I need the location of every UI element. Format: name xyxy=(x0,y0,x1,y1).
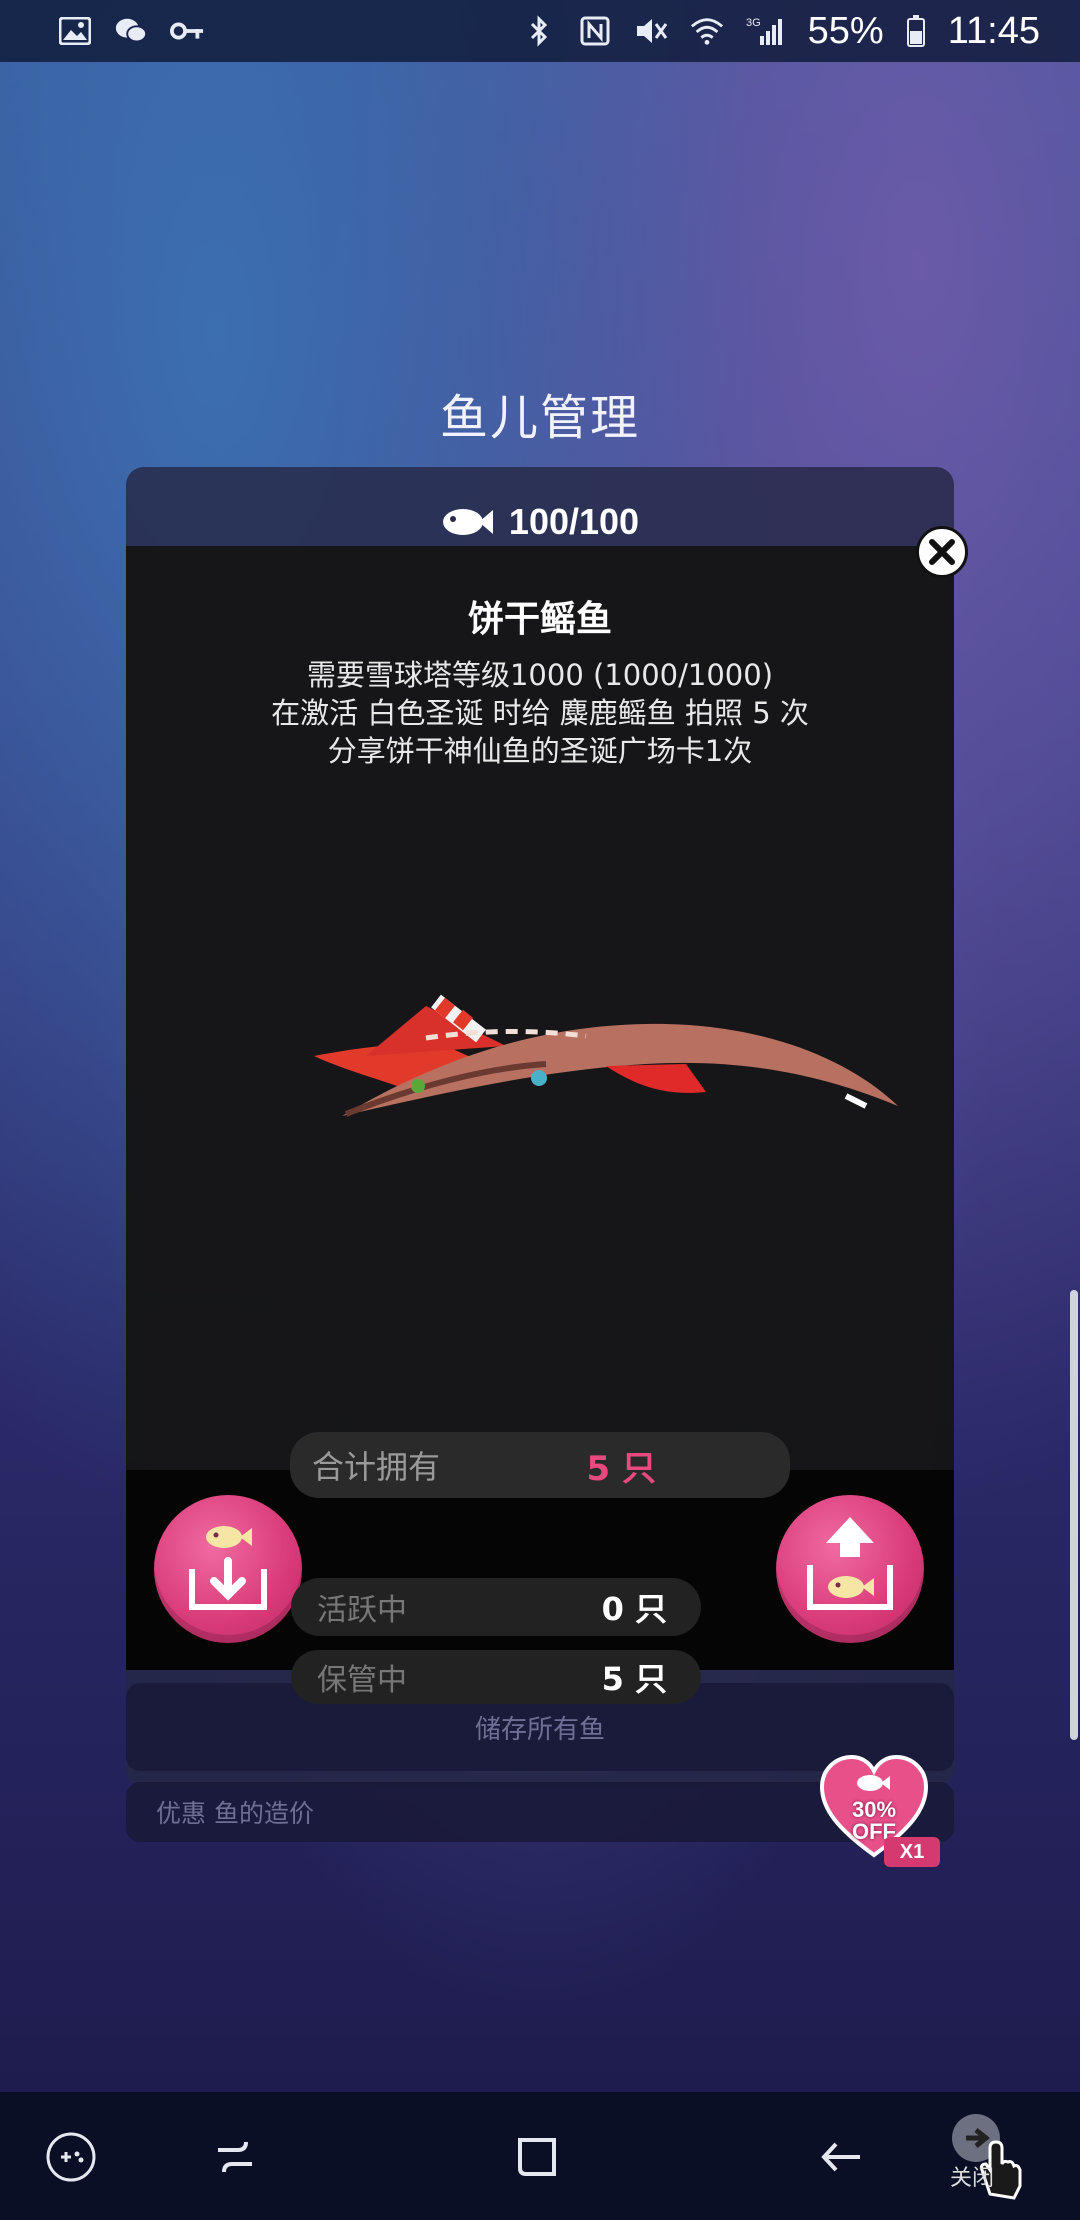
discount-percent: 30% xyxy=(851,1797,897,1822)
mute-icon xyxy=(634,16,668,46)
stored-value: 5 只 xyxy=(601,1660,667,1698)
store-fish-icon xyxy=(189,1526,267,1610)
wifi-icon xyxy=(690,16,724,46)
recent-apps-button[interactable] xyxy=(200,2122,270,2192)
image-icon xyxy=(58,16,92,46)
active-stat: 活跃中 0 只 xyxy=(291,1578,701,1636)
fish-counter-value: 100/100 xyxy=(508,501,640,542)
close-icon xyxy=(929,539,955,565)
battery-percent: 55% xyxy=(807,9,884,52)
navigation-bar xyxy=(0,2092,1080,2220)
game-tools-button[interactable] xyxy=(36,2122,106,2192)
nfc-icon xyxy=(578,16,612,46)
discount-badge[interactable]: 30% OFF X1 xyxy=(818,1755,948,1875)
close-dialog-button[interactable] xyxy=(916,526,968,578)
battery-icon xyxy=(906,15,926,47)
owned-label: 合计拥有 xyxy=(312,1448,441,1486)
fish-counter: 100/100 xyxy=(126,497,954,547)
release-fish-button[interactable] xyxy=(776,1495,924,1643)
requirement-line: 分享饼干神仙鱼的圣诞广场卡1次 xyxy=(327,734,753,768)
wechat-icon xyxy=(114,16,148,46)
active-value: 0 只 xyxy=(601,1590,667,1628)
active-label: 活跃中 xyxy=(317,1593,407,1628)
discount-label: 优惠 鱼的造价 xyxy=(156,1799,314,1828)
bluetooth-icon xyxy=(522,15,556,47)
scroll-indicator[interactable] xyxy=(1070,1290,1078,1740)
home-button[interactable] xyxy=(502,2122,572,2192)
requirement-line: 在激活 白色圣诞 时给 麋鹿鳐鱼 拍照 5 次 xyxy=(271,696,809,730)
stored-stat: 保管中 5 只 xyxy=(291,1650,701,1704)
status-bar: 3G 55% 11:45 xyxy=(0,0,1080,62)
fish-icon xyxy=(442,509,493,535)
owned-stat: 合计拥有 5 只 xyxy=(290,1432,790,1498)
fish-name: 饼干鳐鱼 xyxy=(467,599,612,640)
signal-icon: 3G xyxy=(746,16,786,46)
gamepad-icon xyxy=(46,2132,96,2182)
discount-count: X1 xyxy=(884,1837,940,1867)
network-type: 3G xyxy=(746,17,761,29)
store-fish-button[interactable] xyxy=(154,1495,302,1643)
back-button[interactable] xyxy=(806,2122,876,2192)
requirement-line: 需要雪球塔等级1000 (1000/1000) xyxy=(306,658,774,692)
clock: 11:45 xyxy=(947,9,1040,52)
close-label: 关闭 xyxy=(950,2166,995,2191)
fish-detail-dialog: 饼干鳐鱼 需要雪球塔等级1000 (1000/1000) 在激活 白色圣诞 时给… xyxy=(126,546,954,1470)
recents-icon xyxy=(218,2141,252,2173)
page-title: 鱼儿管理 xyxy=(439,390,640,446)
status-left xyxy=(58,16,204,46)
home-icon xyxy=(518,2138,556,2176)
key-icon xyxy=(170,16,204,46)
back-icon xyxy=(821,2142,860,2172)
stored-label: 保管中 xyxy=(317,1663,407,1698)
owned-value: 5 只 xyxy=(586,1448,657,1489)
fish-illustration xyxy=(314,994,898,1117)
release-fish-icon xyxy=(807,1517,893,1610)
status-right: 3G 55% 11:45 xyxy=(522,10,1040,53)
fish-stats-bar: 活跃中 0 只 保管中 5 只 xyxy=(126,1470,954,1704)
